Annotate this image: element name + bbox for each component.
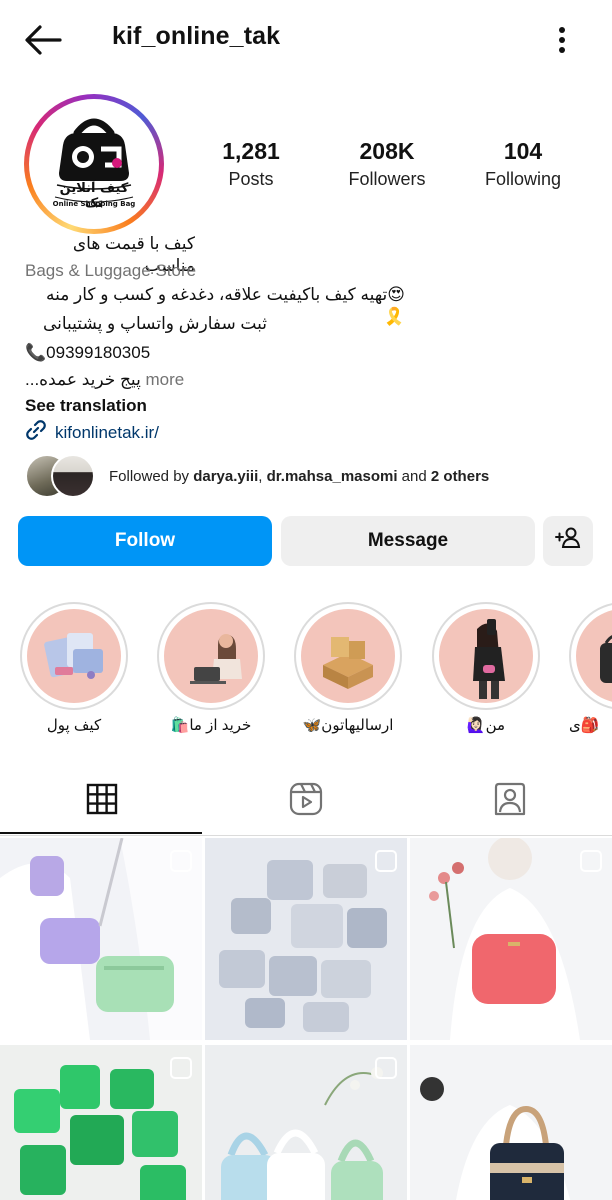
- following-count: 104: [503, 138, 543, 164]
- followers-stat[interactable]: 208K Followers: [317, 138, 457, 190]
- post-thumbnail[interactable]: [0, 1045, 202, 1200]
- top-bar: kif_online_tak: [0, 0, 612, 80]
- multiple-posts-icon: [170, 1057, 192, 1079]
- add-person-icon: [555, 526, 581, 556]
- highlight-cover: [439, 609, 533, 703]
- posts-stat[interactable]: 1,281 Posts: [181, 138, 321, 190]
- tab-tagged[interactable]: [408, 766, 612, 836]
- highlight-cover: [576, 609, 612, 703]
- highlight-wallet[interactable]: کیف پول: [20, 602, 128, 734]
- multiple-posts-icon: [170, 850, 192, 872]
- highlight-cover: [301, 609, 395, 703]
- avatar-brand-text: کیف آنلاین تک: [59, 181, 129, 211]
- post-thumbnail[interactable]: [0, 838, 202, 1040]
- highlight-label: خرید از ما🛍️: [170, 717, 252, 734]
- highlight-your-orders[interactable]: ارسالیهاتون🦋: [294, 602, 402, 734]
- grid-icon: [86, 783, 118, 820]
- bio-line-4: پیج خرید عمده... more: [25, 370, 185, 389]
- posts-grid: [0, 838, 612, 1200]
- profile-tabs: [0, 766, 612, 836]
- suggested-users-button[interactable]: [543, 516, 593, 566]
- tab-posts-grid[interactable]: [0, 766, 204, 836]
- highlight-buy-from-us[interactable]: خرید از ما🛍️: [157, 602, 265, 734]
- more-options-icon[interactable]: [548, 22, 576, 58]
- bio-website-link[interactable]: kifonlinetak.ir/: [25, 419, 585, 447]
- following-label: Following: [484, 169, 562, 189]
- reels-icon: [289, 782, 323, 821]
- multiple-posts-icon: [375, 850, 397, 872]
- profile-username: kif_online_tak: [112, 22, 281, 50]
- link-icon: [25, 419, 47, 447]
- active-tab-indicator: [0, 832, 202, 834]
- post-thumbnail[interactable]: [205, 1045, 407, 1200]
- bio-phone[interactable]: 📞09399180305: [25, 342, 585, 364]
- post-thumbnail[interactable]: [410, 838, 612, 1040]
- highlight-cover: [27, 609, 121, 703]
- post-thumbnail[interactable]: [410, 1045, 612, 1200]
- followers-label: Followers: [348, 169, 426, 189]
- post-thumbnail[interactable]: [205, 838, 407, 1040]
- highlight-label: ارسالیهاتون🦋: [302, 717, 394, 734]
- multiple-posts-icon: [580, 850, 602, 872]
- multiple-posts-icon: [375, 1057, 397, 1079]
- bio-category: Bags & Luggage Store: [25, 261, 197, 280]
- profile-avatar-story-ring[interactable]: Online Shopping Bag کیف آنلاین تک: [24, 94, 164, 234]
- mutual-avatar-2: [51, 454, 95, 498]
- followed-by-row[interactable]: Followed by darya.yiii, dr.mahsa_masomi …: [25, 452, 595, 500]
- tab-reels[interactable]: [204, 766, 408, 836]
- highlight-label: من🙋🏻‍♀️: [466, 717, 506, 734]
- highlight-label: 🎒ی: [569, 717, 600, 734]
- bio-line-2: ثبت سفارش واتساپ و پشتیبانی: [42, 314, 267, 333]
- followers-count: 208K: [359, 138, 415, 164]
- followed-by-text: Followed by darya.yiii, dr.mahsa_masomi …: [109, 467, 490, 485]
- follow-button[interactable]: Follow: [18, 516, 272, 566]
- tagged-person-icon: [493, 782, 527, 821]
- see-translation-link[interactable]: See translation: [25, 395, 585, 417]
- highlight-bags[interactable]: 🎒ی: [569, 602, 612, 734]
- back-arrow-icon[interactable]: [22, 22, 64, 58]
- bio-website-text: kifonlinetak.ir/: [55, 423, 159, 442]
- posts-label: Posts: [228, 169, 274, 189]
- message-button[interactable]: Message: [281, 516, 535, 566]
- bio-more-link[interactable]: more: [141, 370, 185, 389]
- highlight-me[interactable]: من🙋🏻‍♀️: [432, 602, 540, 734]
- highlight-label: کیف پول: [46, 717, 102, 734]
- highlight-cover: [164, 609, 258, 703]
- profile-avatar: Online Shopping Bag کیف آنلاین تک: [33, 103, 155, 225]
- following-stat[interactable]: 104 Following: [453, 138, 593, 190]
- posts-count: 1,281: [222, 138, 280, 164]
